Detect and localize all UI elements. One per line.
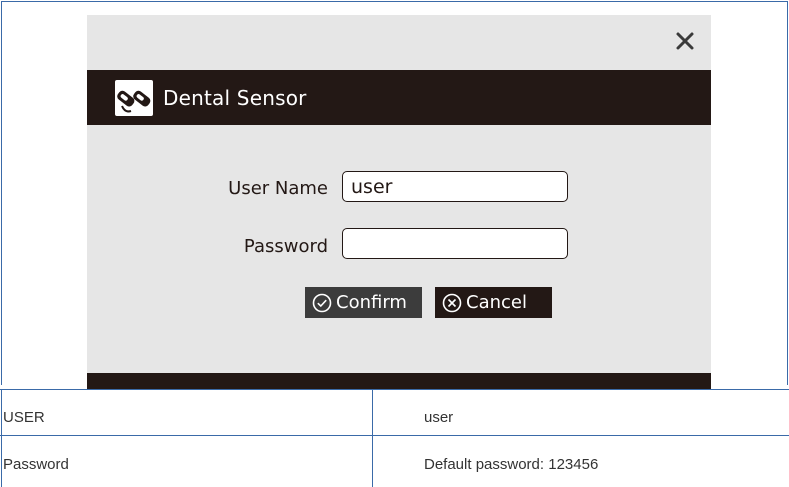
- frame-border-right: [787, 1, 788, 385]
- credentials-table: USER user Password Default password: 123…: [0, 389, 789, 487]
- close-button[interactable]: [673, 29, 697, 53]
- password-input[interactable]: [342, 228, 568, 259]
- title-bar: Dental Sensor: [87, 70, 711, 125]
- table-rule: [372, 389, 373, 487]
- confirm-label: Confirm: [336, 292, 407, 313]
- cancel-label: Cancel: [466, 292, 527, 313]
- frame-border-left: [1, 1, 2, 385]
- password-label: Password: [243, 236, 328, 257]
- frame-border-top: [1, 1, 788, 2]
- dental-sensor-logo: [115, 80, 153, 116]
- table-cell-value: user: [424, 409, 454, 426]
- check-circle-icon: [312, 293, 332, 312]
- confirm-button[interactable]: Confirm: [305, 287, 422, 318]
- table-rule: [0, 389, 789, 390]
- table-cell-value: Default password: 123456: [424, 456, 599, 473]
- table-rule: [1, 389, 2, 487]
- dialog-footer-bar: [87, 373, 711, 389]
- manual-page: Dental Sensor User Name Password Confirm…: [0, 0, 789, 487]
- close-icon: [676, 32, 694, 50]
- app-title: Dental Sensor: [163, 86, 307, 110]
- table-rule: [0, 435, 789, 436]
- login-dialog: Dental Sensor User Name Password Confirm…: [87, 15, 711, 389]
- user-name-input[interactable]: [342, 171, 568, 202]
- table-cell-key: USER: [3, 409, 45, 426]
- user-name-label: User Name: [228, 178, 328, 199]
- table-cell-key: Password: [3, 456, 69, 473]
- x-circle-icon: [442, 293, 462, 312]
- cancel-button[interactable]: Cancel: [435, 287, 552, 318]
